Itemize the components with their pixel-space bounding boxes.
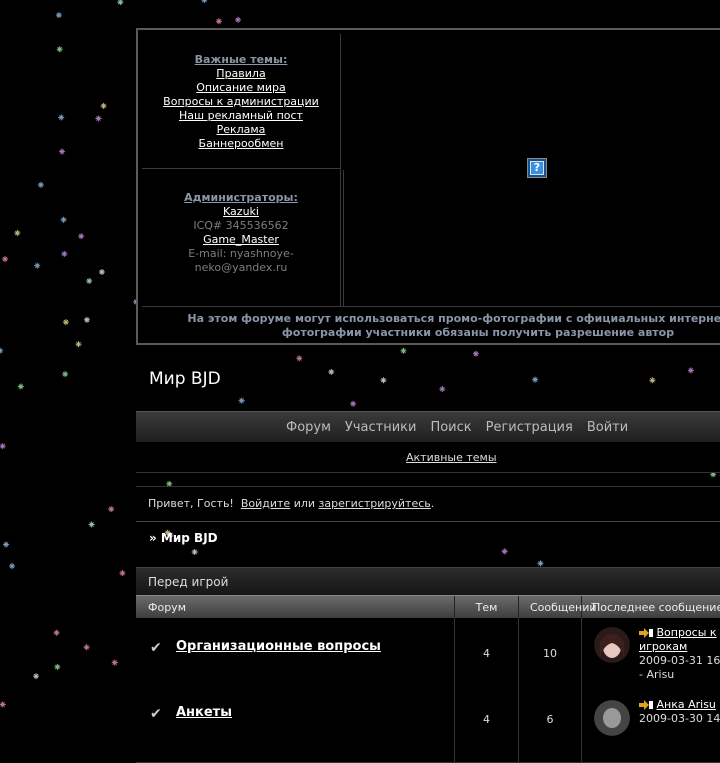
nav-login[interactable]: Войти	[587, 420, 628, 435]
important-topics-block: Важные темы: Правила Описание мира Вопро…	[142, 53, 340, 151]
greeting-or: или	[293, 497, 316, 510]
last-post-arrow-icon	[639, 628, 653, 638]
forum-title: Мир BJD	[149, 369, 221, 389]
admins-block: Администраторы: Kazuki ICQ# 345536562 Ga…	[142, 191, 340, 275]
admin-game-master-link[interactable]: Game_Master	[142, 233, 340, 247]
col-posts: Сообщений	[519, 596, 597, 619]
nav-register[interactable]: Регистрация	[486, 420, 573, 435]
avatar	[594, 627, 630, 663]
main-navigation: Форум Участники Поиск Регистрация Войти	[136, 411, 720, 444]
promo-notice-line1: На этом форуме могут использоваться пром…	[187, 312, 720, 325]
table-row: ✔ Организационные вопросы 4 10 Вопросы к…	[136, 618, 720, 691]
link-ad-post[interactable]: Наш рекламный пост	[142, 109, 340, 123]
posts-count: 10	[543, 647, 557, 660]
forum-link[interactable]: Организационные вопросы	[176, 639, 381, 654]
nav-members[interactable]: Участники	[345, 420, 417, 435]
nav-search[interactable]: Поиск	[430, 420, 471, 435]
register-link[interactable]: зарегистрируйтесь	[319, 497, 431, 510]
breadcrumb[interactable]: » Мир BJD	[149, 531, 218, 545]
col-forum: Форум	[136, 596, 455, 619]
promo-notice-line2: фотографии участники обязаны получить ра…	[281, 326, 675, 339]
header-banner: Важные темы: Правила Описание мира Вопро…	[136, 28, 720, 345]
login-link[interactable]: Войдите	[241, 497, 290, 510]
last-post-topic-link[interactable]: Анка Arisu	[657, 698, 716, 711]
col-last-post: Последнее сообщение	[592, 601, 720, 614]
admin-kazuki-link[interactable]: Kazuki	[142, 205, 340, 219]
check-icon: ✔	[150, 640, 162, 656]
avatar	[594, 700, 630, 736]
topics-count: 4	[483, 647, 490, 660]
link-banner-exchange[interactable]: Баннерообмен	[142, 137, 340, 151]
link-advertising[interactable]: Реклама	[142, 123, 340, 137]
promo-notice: На этом форуме могут использоваться пром…	[138, 312, 720, 340]
broken-image-icon: ?	[527, 158, 547, 178]
important-topics-title: Важные темы:	[194, 53, 288, 66]
nav-forum[interactable]: Форум	[286, 420, 331, 435]
last-post-arrow-icon	[639, 700, 653, 710]
category-header: Перед игрой	[136, 567, 720, 596]
greeting-bar: Привет, Гость! Войдите или зарегистрируй…	[136, 486, 720, 522]
active-topics-link[interactable]: Активные темы	[406, 451, 497, 464]
forum-link[interactable]: Анкеты	[176, 705, 232, 720]
category-title: Перед игрой	[148, 575, 229, 589]
greeting-dot: .	[430, 497, 435, 510]
greeting-text: Привет, Гость!	[148, 497, 234, 510]
link-rules[interactable]: Правила	[142, 67, 340, 81]
table-row: ✔ Анкеты 4 6 Анка Arisu 2009-03-30 14	[136, 690, 720, 763]
last-post-date: 2009-03-31 16	[639, 654, 720, 667]
link-admin-questions[interactable]: Вопросы к администрации	[142, 95, 340, 109]
admin-game-master-contact: E-mail: nyashnoye-neko@yandex.ru	[188, 247, 294, 274]
col-topics: Тем	[455, 596, 519, 619]
admins-title: Администраторы:	[184, 191, 298, 204]
sub-navigation: Активные темы	[136, 442, 720, 473]
last-post-author: - Arisu	[639, 668, 675, 681]
admin-kazuki-contact: ICQ# 345536562	[193, 219, 289, 232]
link-world-description[interactable]: Описание мира	[142, 81, 340, 95]
table-header: Форум Тем Сообщений Последнее сообщение	[136, 595, 720, 619]
last-post-date: 2009-03-30 14	[639, 712, 720, 725]
